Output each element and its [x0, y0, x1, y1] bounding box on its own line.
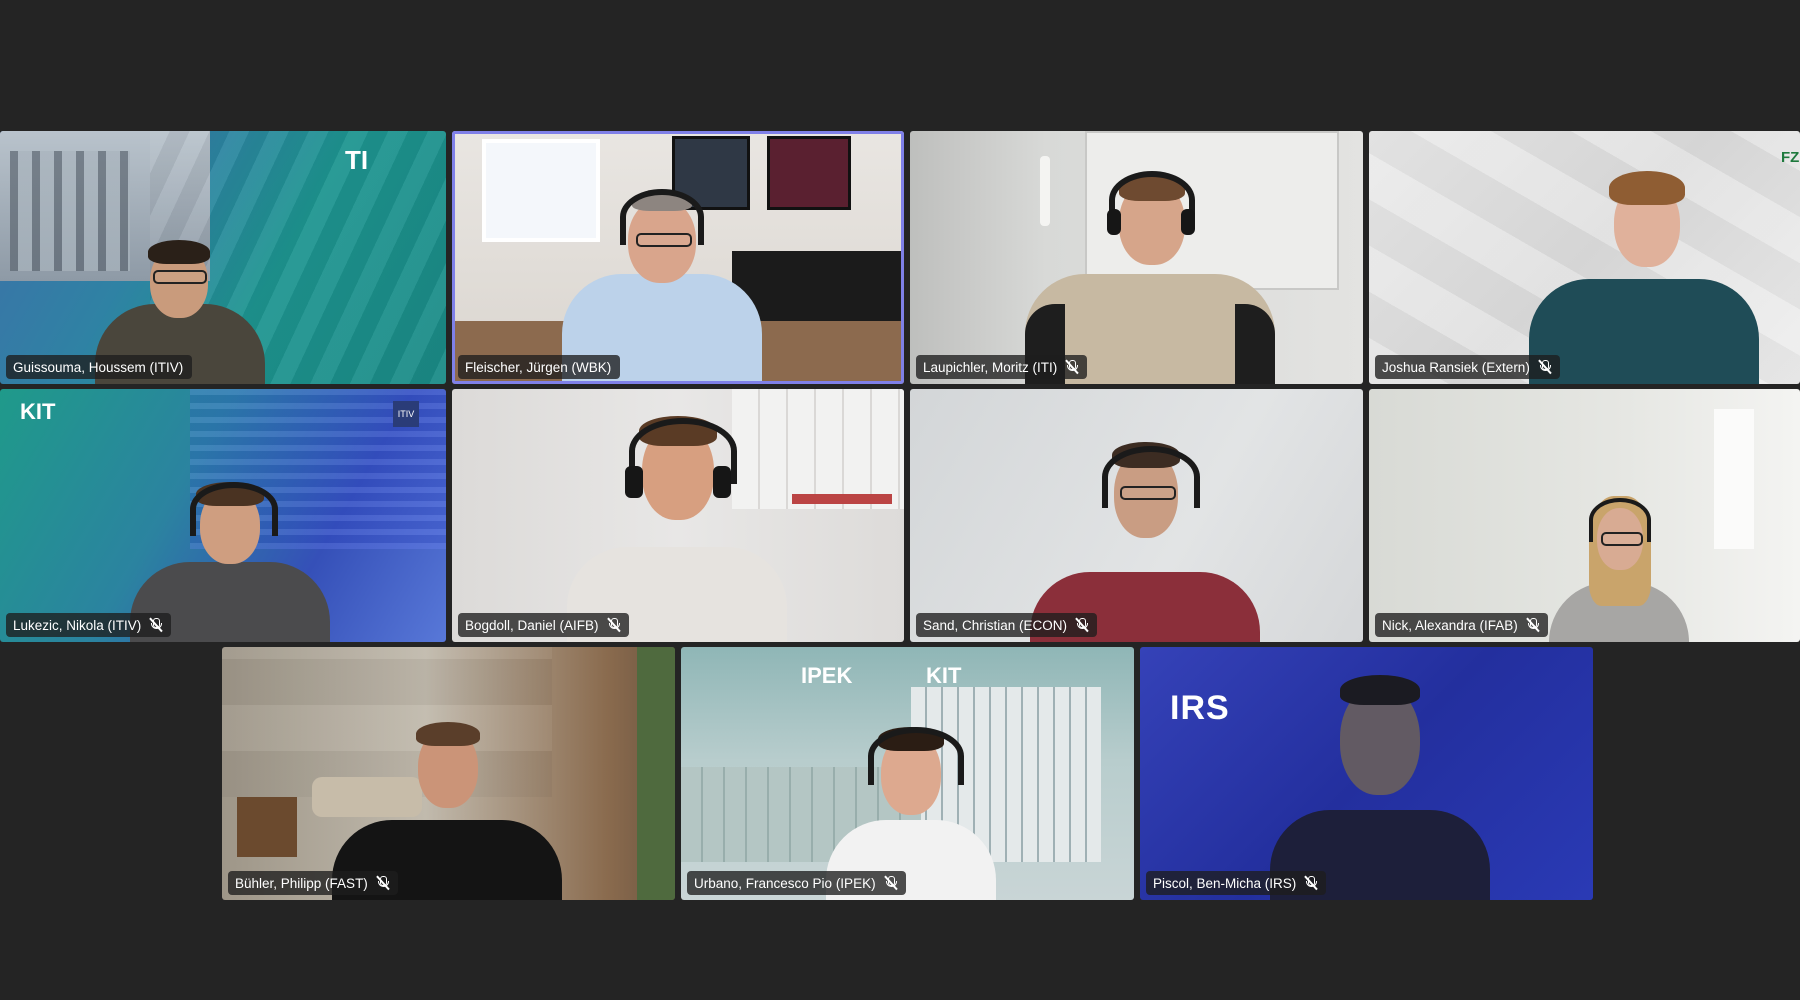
participant-video [1030, 442, 1260, 642]
participant-video [1025, 159, 1275, 384]
kit-logo: KIT [926, 663, 962, 688]
kit-logo: KIT [20, 399, 56, 424]
mic-off-icon [883, 875, 897, 891]
ti-logo: TI [345, 145, 369, 175]
participant-name-label: Lukezic, Nikola (ITIV) [6, 613, 172, 637]
video-tile-piscol[interactable]: IRS Piscol, Ben-Micha (IRS) [1140, 647, 1593, 900]
window-view [637, 647, 675, 900]
video-tile-nick[interactable]: Nick, Alexandra (IFAB) [1369, 389, 1800, 642]
irs-logo: IRS [1170, 689, 1230, 727]
video-tile-urbano[interactable]: IPEK KIT Urbano, Francesco Pio (IPEK) [681, 647, 1134, 900]
participant-name-label: Bogdoll, Daniel (AIFB) [458, 613, 629, 637]
participant-name-label: Bühler, Philipp (FAST) [228, 871, 398, 895]
video-gallery: TI Guissouma, Houssem (ITIV) Fleischer, … [0, 0, 1800, 1000]
video-tile-laupichler[interactable]: Laupichler, Moritz (ITI) [910, 131, 1363, 384]
mic-off-icon [149, 617, 163, 633]
ipek-logo: IPEK [801, 663, 853, 688]
mic-off-icon [606, 617, 620, 633]
mic-off-icon [1075, 617, 1089, 633]
participant-video [1529, 159, 1759, 384]
video-tile-ransiek[interactable]: FZI Joshua Ransiek (Extern) [1369, 131, 1800, 384]
mic-off-icon [1538, 359, 1552, 375]
participant-name-label: Piscol, Ben-Micha (IRS) [1146, 871, 1327, 895]
mic-off-icon [1304, 875, 1318, 891]
mic-off-icon [1065, 359, 1079, 375]
participant-video [1549, 492, 1689, 642]
participant-name-label: Urbano, Francesco Pio (IPEK) [687, 871, 906, 895]
mic-off-icon [375, 875, 390, 891]
participant-name-label: Joshua Ransiek (Extern) [1375, 355, 1560, 379]
participant-video [1270, 675, 1490, 900]
mic-off-icon [1525, 617, 1540, 633]
itiv-badge: ITIV [393, 401, 419, 427]
video-tile-fleischer[interactable]: Fleischer, Jürgen (WBK) [452, 131, 904, 384]
video-tile-lukezic[interactable]: KIT ITIV Lukezic, Nikola (ITIV) [0, 389, 446, 642]
participant-video [562, 169, 762, 384]
participant-name-label: Sand, Christian (ECON) [916, 613, 1098, 637]
participant-name-label: Guissouma, Houssem (ITIV) [6, 355, 193, 379]
participant-name-label: Laupichler, Moritz (ITI) [916, 355, 1088, 379]
video-tile-buehler[interactable]: Bühler, Philipp (FAST) [222, 647, 675, 900]
participant-name-label: Nick, Alexandra (IFAB) [1375, 613, 1548, 637]
participant-video [567, 402, 787, 642]
video-tile-sand[interactable]: Sand, Christian (ECON) [910, 389, 1363, 642]
participant-name-label: Fleischer, Jürgen (WBK) [458, 355, 621, 379]
wall-art [767, 136, 851, 210]
fzi-logo: FZI [1781, 149, 1800, 166]
video-tile-guissouma[interactable]: TI Guissouma, Houssem (ITIV) [0, 131, 446, 384]
window-light [1714, 409, 1754, 549]
chair [237, 797, 297, 857]
video-tile-bogdoll[interactable]: Bogdoll, Daniel (AIFB) [452, 389, 904, 642]
